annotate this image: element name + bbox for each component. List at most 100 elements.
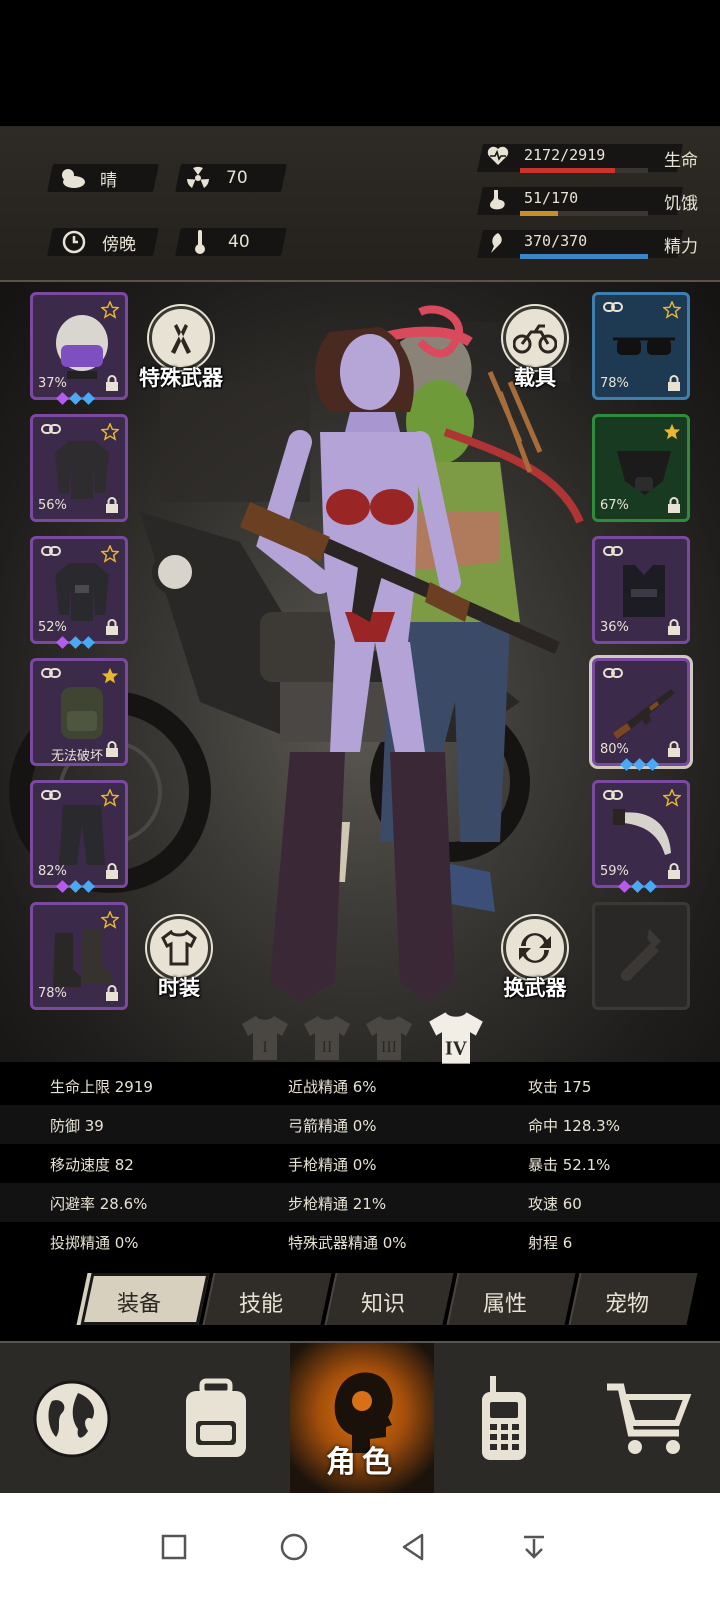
stats-row: 防御 39 弓箭精通 0% 命中 128.3%	[0, 1105, 720, 1144]
stats-row: 移动速度 82 手枪精通 0% 暴击 52.1%	[0, 1144, 720, 1183]
slot-pants[interactable]: 82%	[30, 780, 128, 888]
slot-melee-weapon[interactable]: 59%	[592, 780, 690, 888]
slot-vest[interactable]: 36%	[592, 536, 690, 644]
outfit-numeral: II	[322, 1039, 333, 1056]
outfit-tab-4-active[interactable]: IV	[426, 1010, 486, 1066]
slot-durability-pct: 82%	[38, 864, 67, 879]
energy-label: 精力	[664, 237, 698, 257]
slot-eyewear[interactable]: 78%	[592, 292, 690, 400]
outfit-tab-3[interactable]: III	[364, 1014, 414, 1062]
lock-icon	[106, 741, 118, 757]
slot-armor-jacket[interactable]: 52%	[30, 536, 128, 644]
nav-world[interactable]	[0, 1343, 144, 1495]
lock-icon	[106, 375, 118, 391]
vehicle-button[interactable]: 载具	[480, 306, 590, 392]
nav-character-label: 角色	[326, 1445, 398, 1480]
hunger-bar	[520, 211, 648, 216]
outfit-numeral: III	[381, 1039, 397, 1056]
stat-value: 步枪精通 21%	[288, 1195, 387, 1213]
stat-value: 攻击 175	[528, 1078, 592, 1096]
swap-weapon-button[interactable]: 换武器	[480, 916, 590, 1002]
assault-rifle-icon	[613, 689, 675, 739]
status-header: 晴 70 傍晚 40 2172/2919 生命 51/170 饥饿 370/37…	[0, 126, 720, 386]
lock-icon	[668, 741, 680, 757]
recent-apps-icon[interactable]	[156, 1529, 192, 1565]
slot-durability-pct: 80%	[600, 742, 629, 757]
lock-icon	[668, 375, 680, 391]
stat-value: 闪避率 28.6%	[50, 1195, 148, 1213]
notification-pull-icon[interactable]	[516, 1529, 552, 1565]
nav-character[interactable]: 角色	[290, 1343, 434, 1495]
energy-icon	[486, 232, 510, 256]
swap-weapon-label: 换武器	[503, 976, 567, 1000]
slot-boots[interactable]: 78%	[30, 902, 128, 1010]
slot-helmet[interactable]: 37%	[30, 292, 128, 400]
temperature-status[interactable]: 40	[186, 228, 250, 256]
radiation-status[interactable]: 70	[184, 164, 248, 192]
weather-label: 晴	[100, 170, 117, 191]
indestructible-note: 无法破坏	[51, 749, 104, 764]
stat-value: 攻速 60	[528, 1195, 582, 1213]
time-status[interactable]: 傍晚	[60, 228, 136, 256]
stat-value: 暴击 52.1%	[528, 1156, 611, 1174]
clock-icon	[60, 228, 88, 256]
stats-row: 投掷精通 0% 特殊武器精通 0% 射程 6	[0, 1222, 720, 1261]
police-vest-icon	[623, 565, 665, 617]
health-bar	[520, 168, 648, 173]
health-bar-fill	[520, 168, 616, 173]
tab-knowledge-label: 知识	[360, 1292, 405, 1317]
heart-icon	[486, 146, 510, 170]
nav-radio[interactable]	[432, 1343, 576, 1495]
bottle-placeholder-icon	[620, 929, 661, 982]
cloud-sun-icon	[58, 164, 86, 192]
home-icon[interactable]	[276, 1529, 312, 1565]
gem-sockets	[56, 392, 95, 406]
lock-icon	[668, 497, 680, 513]
cart-icon	[607, 1383, 692, 1454]
stat-value: 生命上限 2919	[50, 1078, 153, 1096]
slot-durability-pct: 78%	[38, 986, 67, 1001]
slot-durability-pct: 36%	[600, 620, 629, 635]
vital-hunger[interactable]: 51/170 饥饿	[477, 181, 705, 217]
tshirt-icon	[161, 930, 197, 966]
hunger-value: 51/170	[524, 189, 579, 207]
slot-durability-pct: 56%	[38, 498, 67, 513]
back-icon[interactable]	[396, 1529, 432, 1565]
slot-throwable-empty[interactable]	[592, 902, 690, 1010]
vital-energy[interactable]: 370/370 精力	[477, 224, 705, 260]
lock-icon	[106, 985, 118, 1001]
fashion-label: 时装	[158, 976, 200, 1000]
stats-row: 闪避率 28.6% 步枪精通 21% 攻速 60	[0, 1183, 720, 1222]
slot-mask[interactable]: 67%	[592, 414, 690, 522]
stat-value: 射程 6	[528, 1234, 573, 1252]
dual-blades-icon	[171, 324, 191, 354]
special-weapon-button[interactable]: 特殊武器	[126, 306, 236, 392]
sunglasses-icon	[613, 337, 675, 355]
gem-sockets	[620, 758, 659, 772]
swap-arrows-icon	[519, 933, 551, 963]
health-value: 2172/2919	[524, 146, 606, 164]
nav-inventory[interactable]	[144, 1343, 288, 1495]
nav-shop[interactable]	[576, 1343, 720, 1495]
slot-backpack[interactable]: 无法破坏	[30, 658, 128, 766]
lock-icon	[668, 619, 680, 635]
slot-primary-weapon[interactable]: 80%	[592, 658, 690, 766]
stats-table: 生命上限 2919 近战精通 6% 攻击 175 防御 39 弓箭精通 0% 命中 128…	[0, 1066, 720, 1261]
gas-mask-icon	[617, 451, 671, 495]
stat-value: 手枪精通 0%	[288, 1156, 377, 1174]
globe-icon	[33, 1380, 111, 1458]
fashion-button[interactable]: 时装	[124, 916, 234, 1002]
lock-icon	[106, 619, 118, 635]
weather-status[interactable]: 晴	[58, 164, 117, 192]
boots-icon	[53, 929, 111, 987]
outfit-tab-2[interactable]: II	[302, 1014, 352, 1062]
slot-jacket[interactable]: 56%	[30, 414, 128, 522]
vital-health[interactable]: 2172/2919 生命	[477, 138, 705, 174]
time-label: 傍晚	[102, 234, 136, 255]
outfit-tab-1[interactable]: I	[240, 1014, 290, 1062]
stat-value: 防御 39	[50, 1117, 104, 1135]
vehicle-label: 载具	[514, 366, 556, 390]
outfit-numeral: I	[262, 1039, 267, 1056]
police-helmet-icon	[56, 315, 108, 379]
radiation-icon	[184, 164, 212, 192]
